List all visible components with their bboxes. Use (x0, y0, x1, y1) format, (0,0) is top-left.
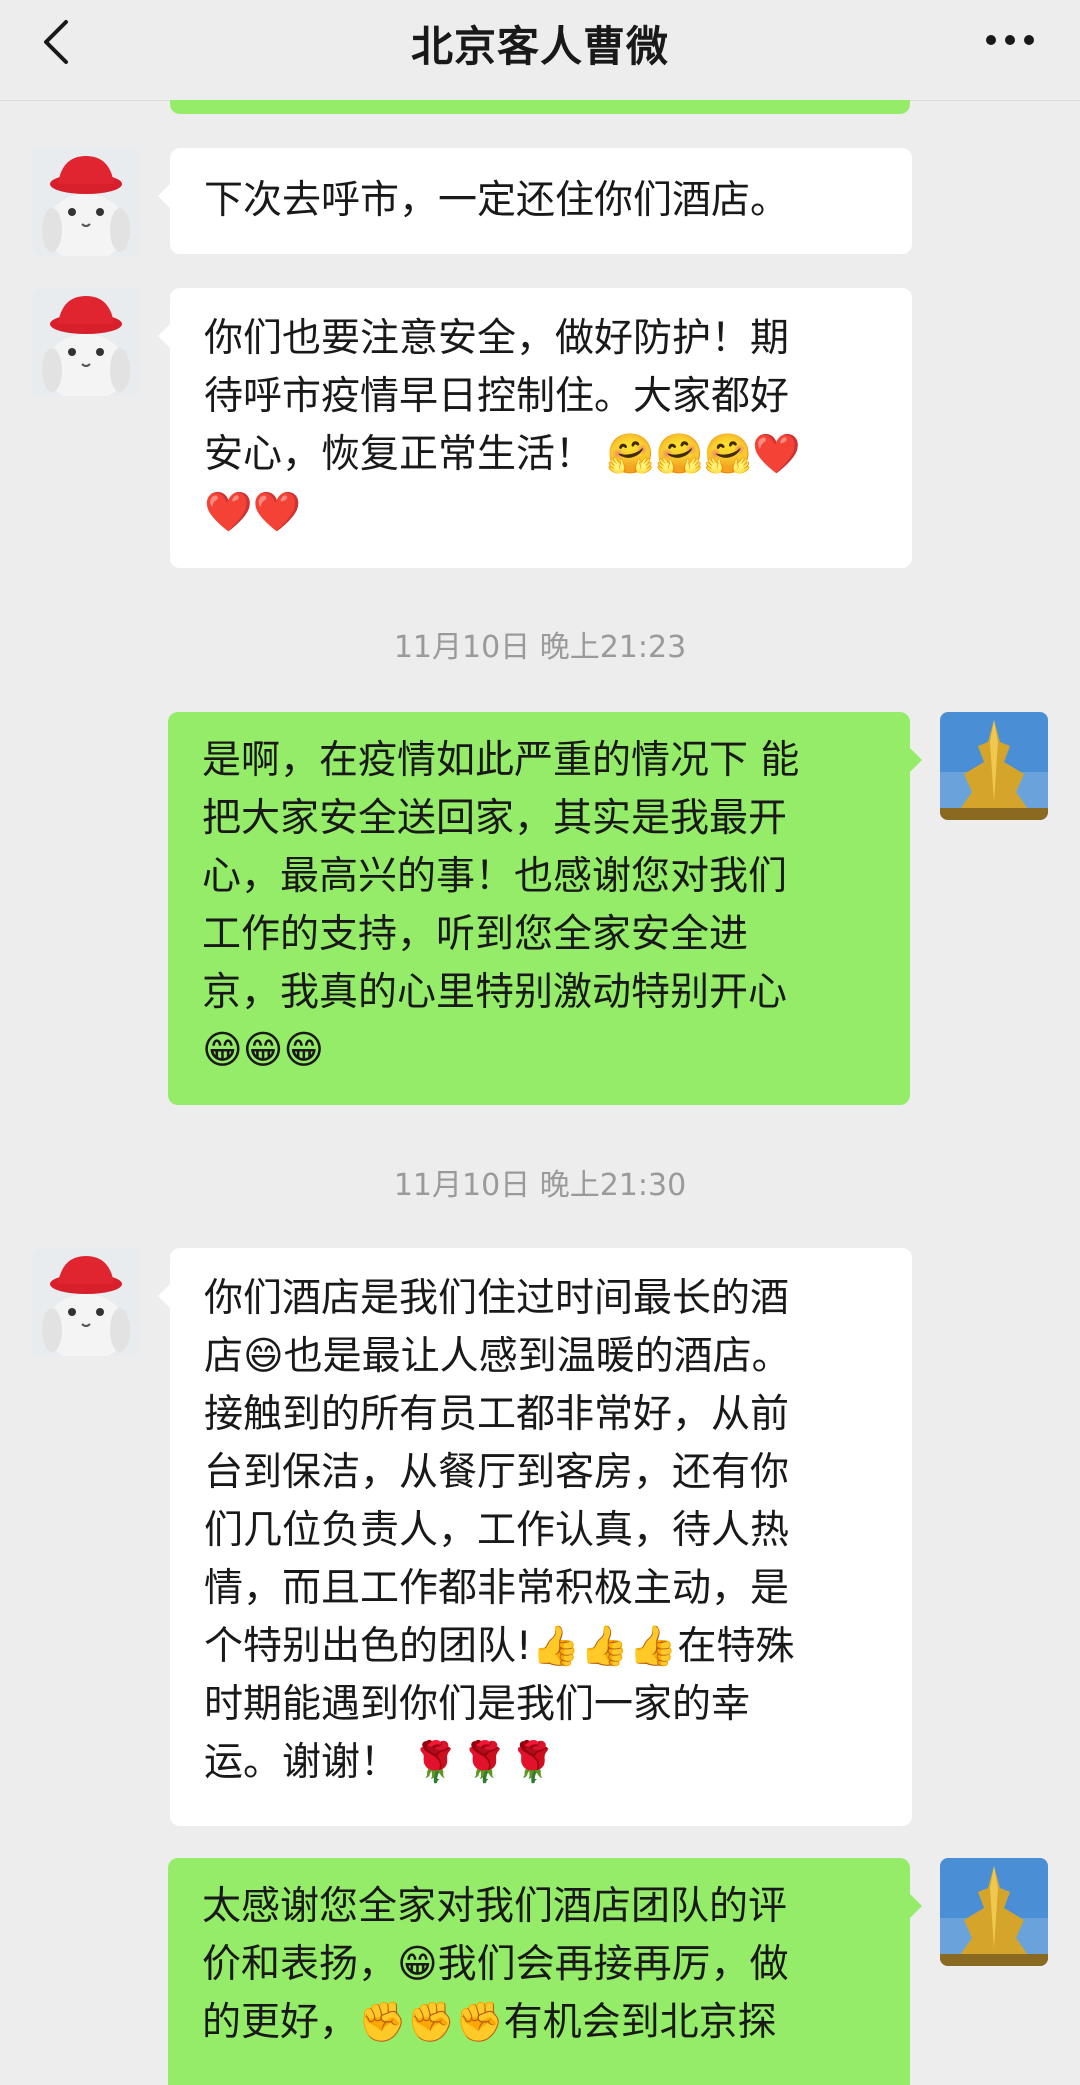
message-bubble-self[interactable]: 太感谢您全家对我们酒店团队的评 价和表扬，😁我们会再接再厉，做 的更好，✊✊✊有… (168, 1858, 922, 2085)
self-avatar[interactable] (940, 712, 1048, 820)
more-button[interactable] (980, 20, 1040, 60)
contact-avatar[interactable] (32, 1248, 140, 1356)
message-bubble[interactable]: 你们也要注意安全，做好防护！期 待呼市疫情早日控制住。大家都好 安心，恢复正常生… (158, 288, 912, 568)
bunny-hat-avatar-icon (32, 288, 140, 396)
back-button[interactable] (30, 14, 80, 70)
message-bubble[interactable]: 你们酒店是我们住过时间最长的酒 店😄也是最让人感到温暖的酒店。 接触到的所有员工… (158, 1248, 912, 1826)
message-bubble-self[interactable]: 是啊，在疫情如此严重的情况下 能 把大家安全送回家，其实是我最开 心，最高兴的事… (168, 712, 922, 1105)
previous-message-bubble (170, 100, 910, 114)
chat-header: 北京客人曹微 (0, 0, 1080, 100)
contact-avatar[interactable] (32, 288, 140, 396)
bunny-hat-avatar-icon (32, 148, 140, 256)
message-bubble[interactable]: 下次去呼市，一定还住你们酒店。 (158, 148, 912, 254)
chat-title: 北京客人曹微 (410, 21, 669, 71)
self-avatar[interactable] (940, 1858, 1048, 1966)
message-timestamp: 11月10日 晚上21:30 (393, 1168, 687, 1203)
more-dots-icon (986, 35, 1034, 45)
message-timestamp: 11月10日 晚上21:23 (393, 630, 687, 665)
chevron-left-icon (44, 20, 68, 64)
contact-avatar[interactable] (32, 148, 140, 256)
golden-statue-avatar-icon (940, 712, 1048, 820)
bunny-hat-avatar-icon (32, 1248, 140, 1356)
golden-statue-avatar-icon (940, 1858, 1048, 1966)
